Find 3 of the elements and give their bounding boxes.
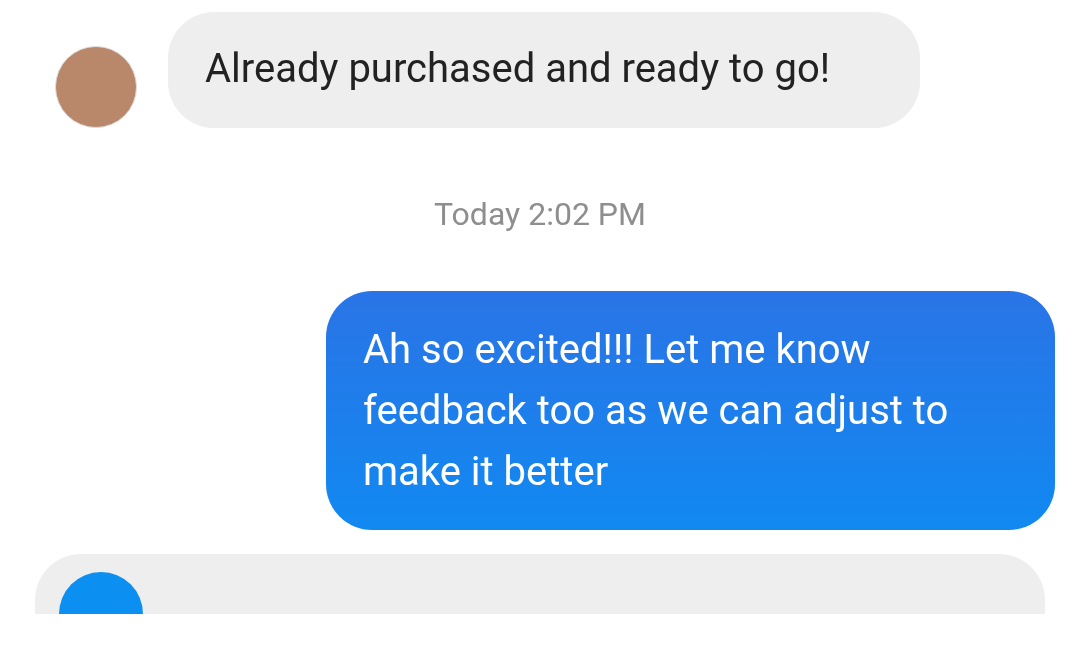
sent-message-bubble: Ah so excited!!! Let me know feedback too as we can adjust to make it better	[326, 291, 1055, 530]
received-message-bubble: Already purchased and ready to go!	[168, 12, 920, 128]
message-timestamp: Today 2:02 PM	[434, 194, 646, 234]
